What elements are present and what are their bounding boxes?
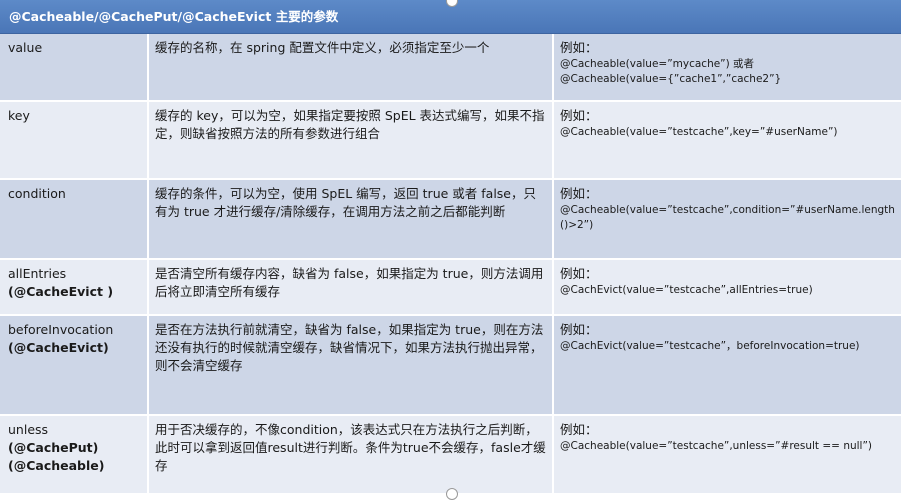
param-name-cell: key <box>0 102 149 178</box>
param-annotation: (@CacheEvict ) <box>8 284 114 299</box>
table-row-value: value 缓存的名称，在 spring 配置文件中定义，必须指定至少一个 例如… <box>0 34 901 102</box>
param-annotation: (@CacheEvict) <box>8 340 109 355</box>
resize-handle-bottom[interactable] <box>446 488 458 500</box>
example-label: 例如： <box>560 40 598 55</box>
table-row-key: key 缓存的 key，可以为空，如果指定要按照 SpEL 表达式编写，如果不指… <box>0 102 901 180</box>
param-name-cell: beforeInvocation (@CacheEvict) <box>0 316 149 414</box>
param-description: 缓存的 key，可以为空，如果指定要按照 SpEL 表达式编写，如果不指定，则缺… <box>149 102 554 178</box>
example-code: @Cacheable(value=”testcache”,unless=”#re… <box>560 440 873 452</box>
example-code: @Cacheable(value={”cache1”,”cache2”} <box>560 73 782 85</box>
param-name-cell: value <box>0 34 149 100</box>
table-row-beforeinvocation: beforeInvocation (@CacheEvict) 是否在方法执行前就… <box>0 316 901 416</box>
param-example-cell: 例如： @CachEvict(value=”testcache”,allEntr… <box>554 260 901 314</box>
param-description: 用于否决缓存的，不像condition，该表达式只在方法执行之后判断，此时可以拿… <box>149 416 554 493</box>
table-row-allentries: allEntries (@CacheEvict ) 是否清空所有缓存内容，缺省为… <box>0 260 901 316</box>
param-name: key <box>8 108 30 123</box>
param-name: unless <box>8 422 49 437</box>
example-code: @Cacheable(value=”mycache”) 或者 <box>560 58 755 70</box>
param-annotation: (@Cacheable) <box>8 458 105 473</box>
param-annotation: (@CachePut) <box>8 440 99 455</box>
example-code: @CachEvict(value=”testcache”，beforeInvoc… <box>560 340 860 352</box>
param-name-cell: allEntries (@CacheEvict ) <box>0 260 149 314</box>
example-label: 例如： <box>560 322 598 337</box>
param-description: 缓存的名称，在 spring 配置文件中定义，必须指定至少一个 <box>149 34 554 100</box>
param-example-cell: 例如： @Cacheable(value=”testcache”,key=”#u… <box>554 102 901 178</box>
param-description: 是否在方法执行前就清空，缺省为 false，如果指定为 true，则在方法还没有… <box>149 316 554 414</box>
param-name: value <box>8 40 43 55</box>
example-code: @Cacheable(value=”testcache”,key=”#userN… <box>560 126 838 138</box>
param-example-cell: 例如： @CachEvict(value=”testcache”，beforeI… <box>554 316 901 414</box>
param-name: allEntries <box>8 266 67 281</box>
params-table: @Cacheable/@CachePut/@CacheEvict 主要的参数 v… <box>0 0 901 500</box>
param-example-cell: 例如： @Cacheable(value=”testcache”,conditi… <box>554 180 901 258</box>
param-description: 缓存的条件，可以为空，使用 SpEL 编写，返回 true 或者 false，只… <box>149 180 554 258</box>
param-name-cell: unless (@CachePut) (@Cacheable) <box>0 416 149 493</box>
example-code: @Cacheable(value=”testcache”,condition=”… <box>560 204 895 231</box>
param-name: beforeInvocation <box>8 322 114 337</box>
example-label: 例如： <box>560 422 598 437</box>
table-row-condition: condition 缓存的条件，可以为空，使用 SpEL 编写，返回 true … <box>0 180 901 260</box>
table-row-unless: unless (@CachePut) (@Cacheable) 用于否决缓存的，… <box>0 416 901 495</box>
example-label: 例如： <box>560 108 598 123</box>
param-name-cell: condition <box>0 180 149 258</box>
example-code: @CachEvict(value=”testcache”,allEntries=… <box>560 284 813 296</box>
param-example-cell: 例如： @Cacheable(value=”testcache”,unless=… <box>554 416 901 493</box>
example-label: 例如： <box>560 266 598 281</box>
param-name: condition <box>8 186 66 201</box>
param-example-cell: 例如： @Cacheable(value=”mycache”) 或者 @Cach… <box>554 34 901 100</box>
param-description: 是否清空所有缓存内容，缺省为 false，如果指定为 true，则方法调用后将立… <box>149 260 554 314</box>
example-label: 例如： <box>560 186 598 201</box>
